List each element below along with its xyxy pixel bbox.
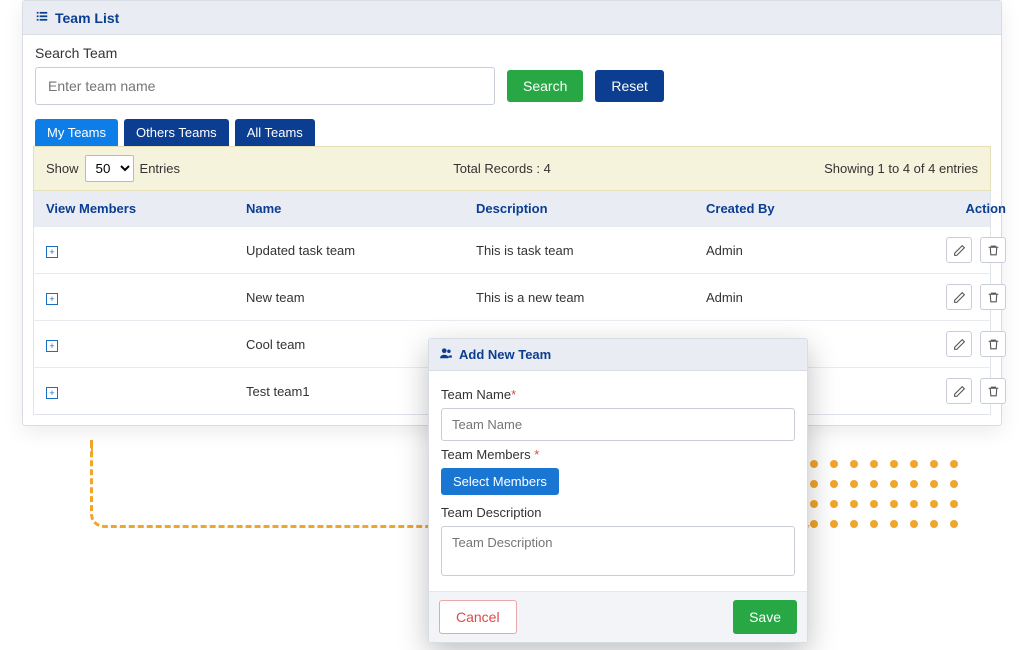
tabs: My Teams Others Teams All Teams	[23, 109, 1001, 146]
expand-icon[interactable]: +	[46, 246, 58, 258]
edit-button[interactable]	[946, 378, 972, 404]
search-label: Search Team	[35, 45, 989, 61]
col-created: Created By	[706, 201, 876, 216]
expand-icon[interactable]: +	[46, 293, 58, 305]
col-name: Name	[246, 201, 476, 216]
team-desc-input[interactable]	[441, 526, 795, 576]
cancel-button[interactable]: Cancel	[439, 600, 517, 634]
col-action: Action	[876, 201, 1006, 216]
search-input[interactable]	[35, 67, 495, 105]
table-row: + Updated task team This is task team Ad…	[34, 226, 990, 273]
col-view: View Members	[46, 201, 246, 216]
grid-header: View Members Name Description Created By…	[34, 191, 990, 226]
page-size-select[interactable]: 50	[85, 155, 134, 182]
panel-header: Team List	[23, 1, 1001, 35]
reset-button[interactable]: Reset	[595, 70, 664, 102]
tab-others-teams[interactable]: Others Teams	[124, 119, 229, 146]
delete-button[interactable]	[980, 237, 1006, 263]
users-icon	[439, 346, 453, 363]
tab-all-teams[interactable]: All Teams	[235, 119, 315, 146]
search-button[interactable]: Search	[507, 70, 583, 102]
select-members-button[interactable]: Select Members	[441, 468, 559, 495]
tab-my-teams[interactable]: My Teams	[35, 119, 118, 146]
table-row: + New team This is a new team Admin	[34, 273, 990, 320]
edit-button[interactable]	[946, 237, 972, 263]
decorative-dots	[810, 460, 970, 534]
cell-created: Admin	[706, 290, 876, 305]
cell-desc: This is a new team	[476, 290, 706, 305]
delete-button[interactable]	[980, 331, 1006, 357]
delete-button[interactable]	[980, 378, 1006, 404]
add-team-modal: Add New Team Team Name* Team Members * S…	[428, 338, 808, 643]
team-name-input[interactable]	[441, 408, 795, 441]
team-members-label: Team Members *	[441, 447, 795, 462]
search-section: Search Team Search Reset	[23, 35, 1001, 109]
decorative-dash-up	[90, 440, 93, 448]
expand-icon[interactable]: +	[46, 340, 58, 352]
entries-label: Entries	[140, 161, 180, 176]
table-meta: Show 50 Entries Total Records : 4 Showin…	[33, 146, 991, 191]
cell-created: Admin	[706, 243, 876, 258]
delete-button[interactable]	[980, 284, 1006, 310]
modal-body: Team Name* Team Members * Select Members…	[429, 371, 807, 591]
modal-title: Add New Team	[459, 347, 551, 362]
edit-button[interactable]	[946, 284, 972, 310]
save-button[interactable]: Save	[733, 600, 797, 634]
team-name-label: Team Name*	[441, 387, 795, 402]
total-records: Total Records : 4	[180, 161, 824, 176]
showing-range: Showing 1 to 4 of 4 entries	[824, 161, 978, 176]
team-desc-label: Team Description	[441, 505, 795, 520]
cell-desc: This is task team	[476, 243, 706, 258]
modal-footer: Cancel Save	[429, 591, 807, 642]
expand-icon[interactable]: +	[46, 387, 58, 399]
cell-name: Updated task team	[246, 243, 476, 258]
col-desc: Description	[476, 201, 706, 216]
show-label: Show	[46, 161, 79, 176]
list-icon	[35, 9, 49, 26]
cell-name: New team	[246, 290, 476, 305]
edit-button[interactable]	[946, 331, 972, 357]
panel-title: Team List	[55, 10, 119, 26]
modal-header: Add New Team	[429, 339, 807, 371]
